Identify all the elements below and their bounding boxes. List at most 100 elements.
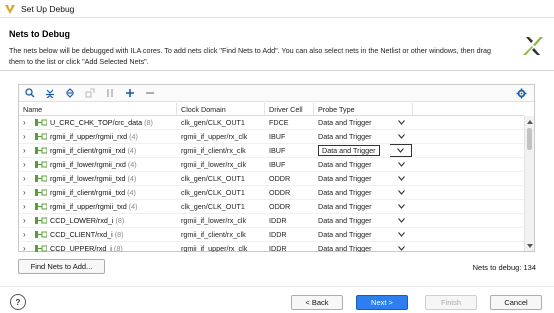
net-name: rgmii_if_lower/rgmii_rxd: [50, 159, 126, 169]
help-button[interactable]: ?: [10, 294, 26, 310]
table-row[interactable]: › U_CRC_CHK_TOP/crc_data (8) clk_gen/CLK_OU…: [19, 116, 524, 130]
expand-chevron-icon[interactable]: ›: [23, 144, 32, 158]
table-row[interactable]: › CCD_UPPER/rxd_i (8) rgmii_if_upper/rx_clk…: [19, 242, 524, 252]
probe-type-value: Data and Trigger: [318, 144, 380, 156]
bus-net-icon: [35, 133, 47, 140]
net-name: rgmii_if_client/rgmii_rxd: [50, 145, 126, 155]
dropdown-wrap: [390, 144, 412, 157]
expand-chevron-icon[interactable]: ›: [23, 130, 32, 144]
net-name-cell: › CCD_CLIENT/rxd_i (8): [19, 228, 177, 242]
probe-type-dropdown[interactable]: [385, 214, 413, 228]
table-row[interactable]: › rgmii_if_lower/rgmii_rxd (4) rgmii_if_low…: [19, 158, 524, 172]
expand-chevron-icon[interactable]: ›: [23, 200, 32, 214]
find-nets-to-add-button[interactable]: Find Nets to Add...: [18, 259, 105, 274]
page-title: Nets to Debug: [9, 29, 71, 39]
table-row[interactable]: › rgmii_if_upper/rgmii_txd (4) clk_gen/CLK_…: [19, 200, 524, 214]
next-button[interactable]: Next >: [356, 295, 408, 310]
probe-type-cell[interactable]: Data and Trigger: [314, 144, 385, 158]
probe-type-dropdown[interactable]: [385, 242, 413, 253]
column-header-probe-type[interactable]: Probe Type: [314, 103, 413, 115]
expand-chevron-icon[interactable]: ›: [23, 186, 32, 200]
table-row[interactable]: › rgmii_if_lower/rgmii_txd (4) clk_gen/CLK_…: [19, 172, 524, 186]
net-name: rgmii_if_client/rgmii_txd: [50, 187, 126, 197]
net-name-cell: › CCD_LOWER/rxd_i (8): [19, 214, 177, 228]
net-name: CCD_CLIENT/rxd_i: [50, 229, 113, 239]
vertical-scrollbar[interactable]: [524, 116, 534, 251]
bus-net-icon: [35, 175, 47, 182]
probe-type-dropdown[interactable]: [385, 116, 413, 130]
column-header-name[interactable]: Name: [19, 103, 177, 115]
cancel-button[interactable]: Cancel: [490, 295, 542, 310]
back-button[interactable]: < Back: [291, 295, 343, 310]
move-icon: [81, 86, 99, 101]
table-row[interactable]: › rgmii_if_upper/rgmii_rxd (4) rgmii_if_upp…: [19, 130, 524, 144]
probe-type-cell[interactable]: Data and Trigger: [314, 242, 385, 253]
scroll-up-icon[interactable]: [525, 117, 535, 126]
chevron-down-icon: [397, 203, 405, 209]
column-header-clock-domain[interactable]: Clock Domain: [177, 103, 265, 115]
probe-type-dropdown[interactable]: [385, 228, 413, 242]
table-row[interactable]: › CCD_CLIENT/rxd_i (8) rgmii_if_client/rx_c…: [19, 228, 524, 242]
probe-type-dropdown[interactable]: [385, 186, 413, 200]
clock-domain-cell: rgmii_if_client/rx_clk: [181, 229, 246, 239]
probe-type-cell[interactable]: Data and Trigger: [314, 186, 385, 200]
driver-cell-cell: IDDR: [269, 243, 287, 253]
probe-type-cell[interactable]: Data and Trigger: [314, 172, 385, 186]
probe-type-cell[interactable]: Data and Trigger: [314, 116, 385, 130]
net-name: CCD_LOWER/rxd_i: [50, 215, 114, 225]
net-bit-count: (4): [127, 145, 137, 155]
table-row[interactable]: › rgmii_if_client/rgmii_rxd (4) rgmii_if_cl…: [19, 144, 524, 158]
column-header-driver-cell[interactable]: Driver Cell: [265, 103, 314, 115]
probe-type-cell[interactable]: Data and Trigger: [314, 200, 385, 214]
settings-icon[interactable]: [515, 87, 528, 100]
probe-type-value: Data and Trigger: [318, 215, 372, 225]
table-row[interactable]: › CCD_LOWER/rxd_i (8) rgmii_if_lower/rx_clk…: [19, 214, 524, 228]
table-row[interactable]: › rgmii_if_client/rgmii_txd (4) clk_gen/CLK…: [19, 186, 524, 200]
clock-domain-cell: clk_gen/CLK_OUT1: [181, 117, 245, 127]
net-name: rgmii_if_upper/rgmii_txd: [50, 201, 127, 211]
search-icon[interactable]: [21, 86, 39, 101]
clock-domain-cell: rgmii_if_upper/rx_clk: [181, 131, 248, 141]
remove-icon[interactable]: [141, 86, 159, 101]
clock-domain-cell: rgmii_if_lower/rx_clk: [181, 159, 247, 169]
driver-cell-cell: IDDR: [269, 215, 287, 225]
scrollbar-thumb[interactable]: [527, 128, 532, 150]
probe-type-dropdown[interactable]: [385, 200, 413, 214]
driver-cell-cell: ODDR: [269, 173, 291, 183]
add-icon[interactable]: [121, 86, 139, 101]
probe-type-cell[interactable]: Data and Trigger: [314, 130, 385, 144]
probe-type-cell[interactable]: Data and Trigger: [314, 228, 385, 242]
xilinx-logo-icon: [523, 37, 543, 55]
clock-domain-cell: clk_gen/CLK_OUT1: [181, 173, 245, 183]
table-body: › U_CRC_CHK_TOP/crc_data (8) clk_gen/CLK_OU…: [19, 116, 524, 252]
probe-type-value: Data and Trigger: [318, 187, 372, 197]
probe-type-cell[interactable]: Data and Trigger: [314, 214, 385, 228]
expand-all-icon[interactable]: [61, 86, 79, 101]
scroll-down-icon[interactable]: [525, 241, 535, 250]
chevron-down-icon: [397, 189, 405, 195]
expand-chevron-icon[interactable]: ›: [23, 172, 32, 186]
probe-type-dropdown[interactable]: [385, 130, 413, 144]
expand-chevron-icon[interactable]: ›: [23, 242, 32, 253]
probe-type-dropdown[interactable]: [385, 172, 413, 186]
bus-net-icon: [35, 147, 47, 154]
expand-chevron-icon[interactable]: ›: [23, 116, 32, 130]
chevron-down-icon: [397, 217, 405, 223]
probe-type-cell[interactable]: Data and Trigger: [314, 158, 385, 172]
net-name-cell: › CCD_UPPER/rxd_i (8): [19, 242, 177, 253]
bus-net-icon: [35, 189, 47, 196]
probe-type-dropdown[interactable]: [385, 158, 413, 172]
net-bit-count: (4): [127, 187, 136, 197]
driver-cell-cell: IDDR: [269, 229, 287, 239]
bus-net-icon: [35, 231, 47, 238]
probe-type-value: Data and Trigger: [318, 201, 372, 211]
expand-chevron-icon[interactable]: ›: [23, 228, 32, 242]
probe-type-dropdown[interactable]: [385, 144, 413, 157]
expand-chevron-icon[interactable]: ›: [23, 158, 32, 172]
dropdown-wrap: [397, 116, 405, 130]
collapse-all-icon[interactable]: [41, 86, 59, 101]
chevron-down-icon: [397, 133, 405, 139]
net-name-cell: › rgmii_if_client/rgmii_rxd (4): [19, 144, 177, 158]
clock-domain-cell: rgmii_if_lower/rx_clk: [181, 215, 247, 225]
expand-chevron-icon[interactable]: ›: [23, 214, 32, 228]
